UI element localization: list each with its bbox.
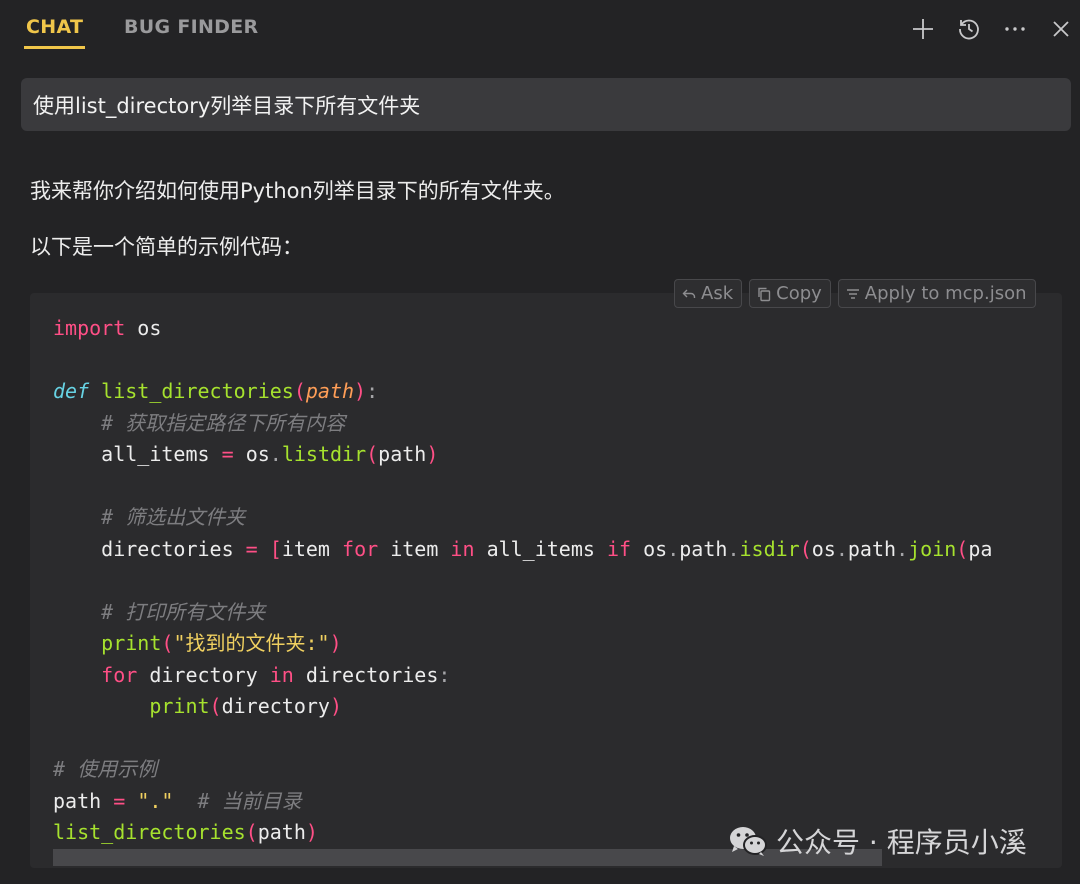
more-icon[interactable] — [1000, 14, 1030, 44]
code-line: # 打印所有文件夹 — [101, 599, 266, 624]
code-line: # 获取指定路径下所有内容 — [101, 410, 346, 435]
tab-bug-finder[interactable]: BUG FINDER — [124, 16, 258, 38]
code-line: # 筛选出文件夹 — [101, 505, 246, 529]
code-line: import os — [53, 316, 162, 340]
filter-icon — [846, 288, 859, 299]
copy-icon — [758, 287, 771, 301]
tab-chat[interactable]: CHAT — [26, 16, 83, 38]
code-actions: Ask Copy Apply to mcp.json — [674, 279, 1036, 308]
user-query: 使用list_directory列举目录下所有文件夹 — [21, 78, 1071, 131]
watermark: 公众号 · 程序员小溪 — [728, 823, 1027, 859]
panel-header: CHAT BUG FINDER — [0, 0, 1080, 60]
code-line: directories = [item for item in all_item… — [101, 536, 993, 561]
code-lines: import os def list_directories(path): # … — [53, 313, 992, 849]
code-line: def list_directories(path): — [53, 379, 379, 403]
code-line: # 使用示例 — [53, 757, 158, 781]
code-line: path = "." # 当前目录 — [53, 788, 302, 813]
ask-button[interactable]: Ask — [674, 279, 743, 308]
close-icon[interactable] — [1046, 14, 1076, 44]
apply-label: Apply to mcp.json — [864, 283, 1027, 304]
response-intro: 我来帮你介绍如何使用Python列举目录下的所有文件夹。 — [30, 179, 565, 203]
code-line: print(directory) — [149, 694, 343, 718]
wechat-icon — [730, 827, 767, 856]
ask-label: Ask — [701, 283, 734, 304]
code-line: for directory in directories: — [101, 662, 451, 687]
apply-button[interactable]: Apply to mcp.json — [837, 279, 1036, 308]
plus-icon[interactable] — [908, 14, 938, 44]
reply-icon — [682, 289, 696, 298]
active-tab-indicator — [24, 46, 85, 49]
watermark-text: 公众号 · 程序员小溪 — [776, 826, 1027, 859]
response-lead: 以下是一个简单的示例代码： — [30, 235, 303, 259]
history-icon[interactable] — [954, 14, 984, 44]
copy-button[interactable]: Copy — [749, 279, 831, 308]
code-line: all_items = os.listdir(path) — [101, 442, 439, 466]
code-line: print("找到的文件夹:") — [101, 631, 342, 655]
copy-label: Copy — [776, 283, 822, 304]
